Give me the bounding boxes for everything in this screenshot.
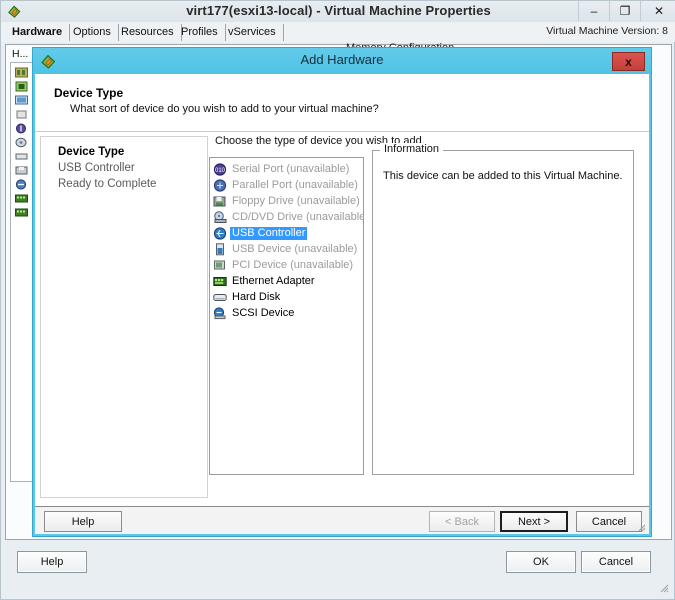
- dialog-body: Device Type What sort of device do you w…: [35, 74, 649, 534]
- scsi-device-icon: [213, 306, 227, 320]
- parallel-port-icon: [213, 178, 227, 192]
- nav-step-usb-controller[interactable]: USB Controller: [58, 162, 135, 174]
- cd-dvd-drive-icon: [15, 151, 28, 162]
- device-type-list[interactable]: 010 Serial Port (unavailable) Parallel P…: [209, 157, 364, 475]
- list-item-ethernet-adapter[interactable]: Ethernet Adapter: [210, 273, 363, 289]
- dialog-resize-grip-icon[interactable]: [636, 522, 646, 532]
- network-adapter-2-icon: [15, 207, 28, 218]
- tab-hardware[interactable]: Hardware: [5, 24, 71, 41]
- usb-controller-icon: [213, 226, 227, 240]
- parent-ok-button[interactable]: OK: [506, 551, 576, 573]
- parent-help-button[interactable]: Help: [17, 551, 87, 573]
- information-groupbox: [372, 150, 634, 475]
- dialog-content: Device Type USB Controller Ready to Comp…: [35, 132, 649, 506]
- video-card-icon: [15, 95, 28, 106]
- memory-icon: [15, 67, 28, 78]
- information-text: This device can be added to this Virtual…: [383, 170, 623, 182]
- nav-step-ready-to-complete[interactable]: Ready to Complete: [58, 178, 156, 190]
- hard-disk-icon: [213, 291, 227, 304]
- add-hardware-dialog: Add Hardware x Device Type What sort of …: [32, 47, 652, 537]
- tab-resources[interactable]: Resources: [114, 24, 182, 41]
- vm-titlebar: virt177(esxi13-local) - Virtual Machine …: [1, 1, 675, 23]
- list-item-serial-port[interactable]: 010 Serial Port (unavailable): [210, 161, 363, 177]
- dialog-close-button[interactable]: x: [612, 52, 645, 71]
- minimize-button[interactable]: –: [578, 1, 609, 21]
- svg-text:010: 010: [215, 168, 226, 174]
- dialog-help-button[interactable]: Help: [44, 511, 122, 532]
- tab-vservices[interactable]: vServices: [221, 24, 284, 41]
- close-button[interactable]: ✕: [640, 1, 675, 21]
- scsi-controller-icon: [15, 123, 28, 134]
- cpu-icon: [15, 81, 28, 92]
- ethernet-adapter-icon: [213, 275, 227, 288]
- serial-port-icon: 010: [213, 162, 227, 176]
- hard-disk-icon: [15, 137, 28, 148]
- usb-device-icon: [213, 242, 227, 256]
- list-item-scsi-device[interactable]: SCSI Device: [210, 305, 363, 321]
- list-item-label: USB Controller: [230, 226, 308, 240]
- dialog-step-subtitle: What sort of device do you wish to add t…: [70, 103, 379, 115]
- list-item-cd-dvd-drive[interactable]: CD/DVD Drive (unavailable): [210, 209, 363, 225]
- dialog-title: Add Hardware: [300, 52, 384, 67]
- vmci-device-icon: [15, 109, 28, 120]
- dialog-back-button: < Back: [429, 511, 495, 532]
- dialog-footer: Help < Back Next > Cancel: [35, 506, 649, 534]
- list-item-label: Parallel Port (unavailable): [232, 178, 358, 191]
- dialog-next-button[interactable]: Next >: [500, 511, 568, 532]
- dialog-header: Device Type What sort of device do you w…: [35, 74, 649, 132]
- list-item-floppy-drive[interactable]: Floppy Drive (unavailable): [210, 193, 363, 209]
- pci-device-icon: [213, 259, 227, 272]
- nav-step-device-type[interactable]: Device Type: [58, 146, 124, 158]
- list-item-label: Ethernet Adapter: [232, 274, 315, 287]
- floppy-drive-icon: [213, 195, 227, 208]
- list-item-hard-disk[interactable]: Hard Disk: [210, 289, 363, 305]
- list-item-pci-device[interactable]: PCI Device (unavailable): [210, 257, 363, 273]
- list-item-usb-device[interactable]: USB Device (unavailable): [210, 241, 363, 257]
- resize-grip-icon[interactable]: [657, 581, 669, 593]
- dialog-cancel-button[interactable]: Cancel: [576, 511, 642, 532]
- tab-options[interactable]: Options: [66, 24, 119, 41]
- vm-version-label: Virtual Machine Version: 8: [546, 25, 668, 37]
- list-item-label: Hard Disk: [232, 290, 281, 303]
- usb-controller-icon: [15, 179, 28, 190]
- list-item-label: PCI Device (unavailable): [232, 258, 354, 271]
- maximize-button[interactable]: ❐: [609, 1, 640, 21]
- floppy-drive-icon: [15, 165, 28, 176]
- window-title: virt177(esxi13-local) - Virtual Machine …: [186, 3, 491, 18]
- list-item-label: SCSI Device: [232, 306, 295, 319]
- list-item-parallel-port[interactable]: Parallel Port (unavailable): [210, 177, 363, 193]
- network-adapter-icon: [15, 193, 28, 204]
- list-item-label: USB Device (unavailable): [232, 242, 358, 255]
- list-item-label: Serial Port (unavailable): [232, 162, 350, 175]
- list-item-usb-controller[interactable]: USB Controller: [210, 225, 363, 241]
- tab-profiles[interactable]: Profiles: [174, 24, 226, 41]
- list-item-label: Floppy Drive (unavailable): [232, 194, 360, 207]
- dialog-step-title: Device Type: [54, 86, 124, 100]
- cd-dvd-drive-icon: [213, 210, 227, 224]
- hardware-column-header: H...: [12, 48, 29, 60]
- information-legend: Information: [380, 143, 444, 155]
- dialog-titlebar: Add Hardware x: [33, 48, 651, 74]
- list-item-label: CD/DVD Drive (unavailable): [232, 210, 364, 223]
- parent-cancel-button[interactable]: Cancel: [581, 551, 651, 573]
- wizard-step-nav: Device Type USB Controller Ready to Comp…: [40, 136, 208, 498]
